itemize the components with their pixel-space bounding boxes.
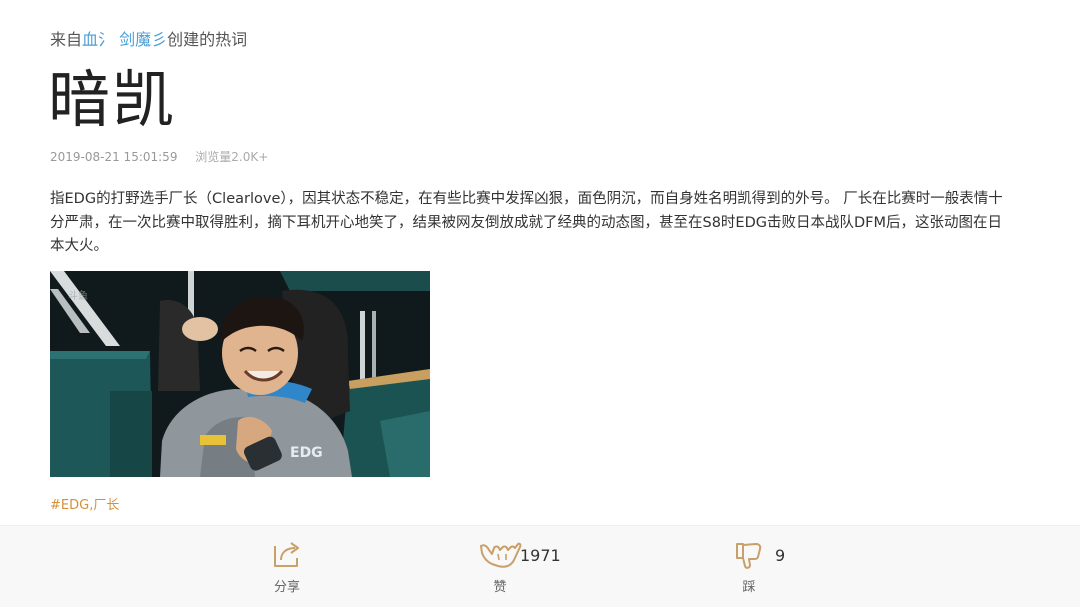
dislike-button[interactable]: 9 踩	[734, 540, 785, 595]
share-icon	[271, 540, 303, 570]
jersey-logo-text: EDG	[290, 445, 323, 461]
hero-image[interactable]: EDG 斗鱼	[50, 271, 430, 477]
like-label: 赞	[493, 580, 507, 595]
source-prefix: 来自	[50, 30, 83, 49]
hero-image-graphic: EDG 斗鱼	[50, 271, 430, 477]
share-button[interactable]: 分享	[271, 540, 303, 595]
like-button[interactable]: 1971 赞	[478, 540, 561, 595]
svg-text:斗鱼: 斗鱼	[68, 289, 88, 302]
page: 来自血氵 剑魔彡创建的热词 暗凯 2019-08-21 15:01:59 浏览量…	[0, 0, 1080, 611]
thumbs-down-icon	[734, 540, 764, 570]
source-line: 来自血氵 剑魔彡创建的热词	[50, 26, 247, 50]
author-link[interactable]: 血氵 剑魔彡	[82, 30, 167, 49]
meta-line: 2019-08-21 15:01:59 浏览量2.0K+	[50, 148, 268, 165]
definition-text: 指EDG的打野选手厂长（Clearlove），因其状态不稳定，在有些比赛中发挥凶…	[50, 191, 1003, 254]
dislike-count: 9	[775, 546, 786, 565]
shaka-hand-icon	[478, 540, 522, 570]
dislike-label: 踩	[742, 580, 756, 595]
share-label: 分享	[273, 580, 300, 595]
tag-list[interactable]: #EDG,厂长	[50, 494, 119, 513]
page-title: 暗凯	[48, 63, 177, 136]
source-suffix: 创建的热词	[167, 30, 248, 49]
view-count: 浏览量2.0K+	[195, 150, 269, 164]
post-datetime: 2019-08-21 15:01:59	[50, 150, 178, 164]
like-count: 1971	[520, 546, 561, 565]
action-bar: 分享 1971 赞 9 踩	[0, 525, 1080, 607]
